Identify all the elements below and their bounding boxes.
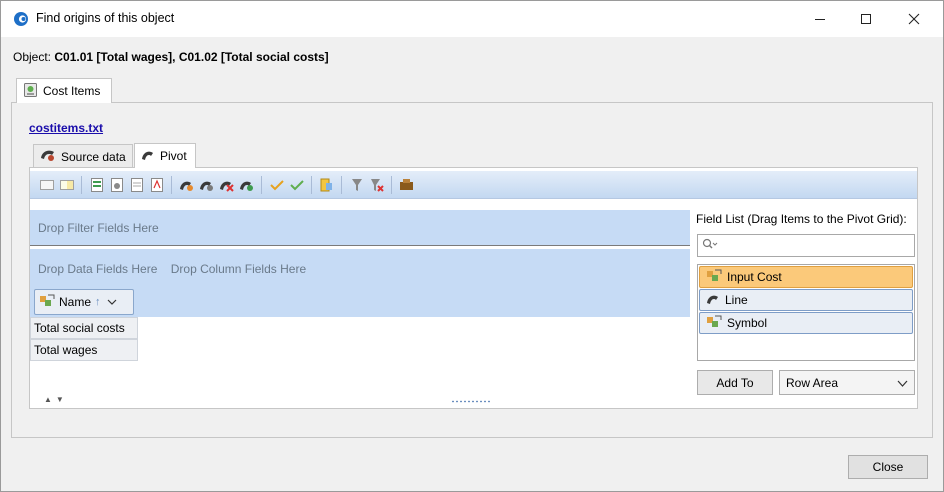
maximize-icon xyxy=(861,14,871,24)
toolbar-separator xyxy=(81,175,82,194)
pivot-toolbar xyxy=(30,171,917,199)
field-icon xyxy=(706,269,722,286)
app-logo-icon xyxy=(13,11,29,27)
row-field-name[interactable]: Name ↑ xyxy=(34,289,134,315)
export-text-button[interactable] xyxy=(128,176,145,193)
triangle-down-icon[interactable]: ▼ xyxy=(56,395,64,404)
area-select[interactable]: Row Area xyxy=(779,370,915,395)
data-drop-area[interactable]: Drop Data Fields Here Drop Column Fields… xyxy=(30,249,690,317)
close-icon xyxy=(908,13,920,25)
tab-cost-items[interactable]: Cost Items xyxy=(16,78,112,103)
minimize-button[interactable] xyxy=(797,1,843,37)
toolbar-separator xyxy=(311,175,312,194)
toolbar-separator xyxy=(391,175,392,194)
dialog-window: Find origins of this object Object: C01.… xyxy=(0,0,944,492)
tab-source-data[interactable]: Source data xyxy=(33,144,133,168)
row-field-label: Name xyxy=(59,295,92,309)
close-button[interactable]: Close xyxy=(848,455,928,479)
field-item-label: Symbol xyxy=(727,316,768,330)
area-select-value: Row Area xyxy=(786,375,839,390)
sort-descending-button[interactable] xyxy=(288,176,305,193)
filter-drop-area[interactable]: Drop Filter Fields Here xyxy=(30,210,690,246)
object-value: C01.01 [Total wages], C01.02 [Total soci… xyxy=(54,50,329,64)
field-item-line[interactable]: Line xyxy=(699,289,913,311)
hide-fields-button[interactable] xyxy=(198,176,215,193)
remove-field-button[interactable] xyxy=(218,176,235,193)
clear-filter-button[interactable] xyxy=(368,176,385,193)
row-header-cell[interactable]: Total social costs xyxy=(30,317,138,339)
format-button[interactable] xyxy=(318,176,335,193)
field-item-input-cost[interactable]: Input Cost xyxy=(699,266,913,288)
field-icon xyxy=(39,294,55,311)
collapse-all-button[interactable] xyxy=(58,176,75,193)
window-close-button[interactable] xyxy=(891,1,937,37)
dimension-icon xyxy=(706,292,720,308)
refresh-fields-button[interactable] xyxy=(238,176,255,193)
column-hint: Drop Column Fields Here xyxy=(170,262,307,276)
data-hint: Drop Data Fields Here xyxy=(38,262,158,276)
tab-pivot-label: Pivot xyxy=(160,149,187,163)
layout-button[interactable] xyxy=(398,176,415,193)
object-prefix: Object: xyxy=(13,50,52,64)
field-item-symbol[interactable]: Symbol xyxy=(699,312,913,334)
toolbar-separator xyxy=(171,175,172,194)
field-icon xyxy=(706,315,722,332)
sort-ascending-icon: ↑ xyxy=(95,296,101,308)
chevron-down-icon[interactable] xyxy=(107,295,117,309)
show-fields-button[interactable] xyxy=(178,176,195,193)
field-item-label: Input Cost xyxy=(727,270,782,284)
sort-ascending-button[interactable] xyxy=(268,176,285,193)
toolbar-separator xyxy=(341,175,342,194)
field-search-input[interactable] xyxy=(697,234,915,257)
data-column-hints: Drop Data Fields Here Drop Column Fields… xyxy=(38,262,306,276)
row-header-cell[interactable]: Total wages xyxy=(30,339,138,361)
tab-pivot[interactable]: Pivot xyxy=(134,143,196,168)
field-list: Input Cost Line Symbol xyxy=(697,264,915,361)
field-list-title: Field List (Drag Items to the Pivot Grid… xyxy=(696,212,907,226)
tab-cost-items-label: Cost Items xyxy=(43,84,101,98)
tab-source-data-label: Source data xyxy=(61,149,126,164)
toolbar-separator xyxy=(261,175,262,194)
maximize-button[interactable] xyxy=(843,1,889,37)
cost-items-icon xyxy=(24,82,37,100)
filter-button[interactable] xyxy=(348,176,365,193)
pivot-icon xyxy=(141,148,155,164)
export-pdf-button[interactable] xyxy=(148,176,165,193)
triangle-up-icon[interactable]: ▲ xyxy=(44,395,52,404)
export-excel-button[interactable] xyxy=(88,176,105,193)
window-title: Find origins of this object xyxy=(36,11,175,25)
title-bar: Find origins of this object xyxy=(1,1,943,37)
filter-hint: Drop Filter Fields Here xyxy=(38,220,159,235)
splitter-handle[interactable] xyxy=(451,400,491,403)
expand-all-button[interactable] xyxy=(38,176,55,193)
export-word-button[interactable] xyxy=(108,176,125,193)
chevron-down-icon xyxy=(897,377,908,391)
object-label: Object: C01.01 [Total wages], C01.02 [To… xyxy=(13,50,329,64)
field-item-label: Line xyxy=(725,293,748,307)
source-data-icon xyxy=(40,148,56,165)
add-to-button[interactable]: Add To xyxy=(697,370,773,395)
scroll-arrows[interactable]: ▲ ▼ xyxy=(44,395,64,404)
file-link[interactable]: costitems.txt xyxy=(29,121,103,135)
minimize-icon xyxy=(815,19,825,20)
search-icon xyxy=(702,238,718,253)
